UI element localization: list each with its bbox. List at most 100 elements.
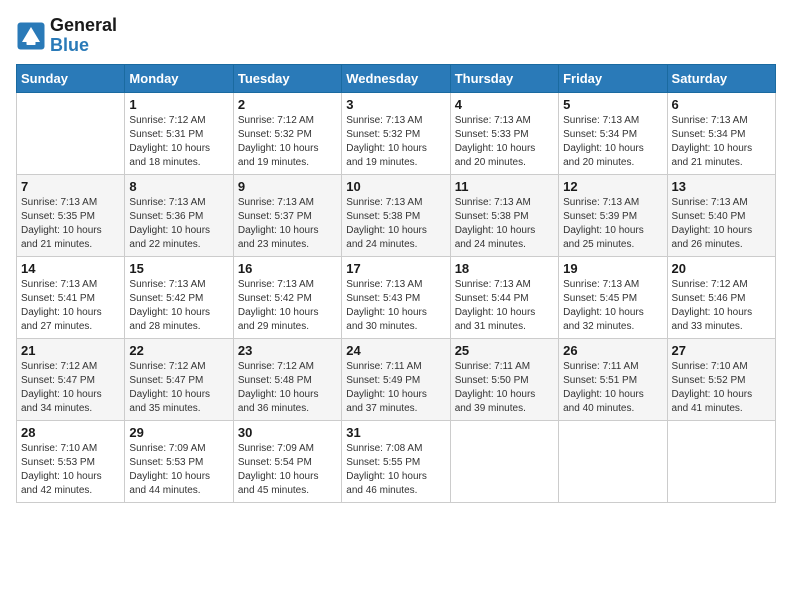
day-number: 5: [563, 97, 662, 112]
calendar-cell: 18 Sunrise: 7:13 AMSunset: 5:44 PMDayligh…: [450, 256, 558, 338]
day-info: Sunrise: 7:13 AMSunset: 5:44 PMDaylight:…: [455, 278, 554, 334]
calendar-cell: 6 Sunrise: 7:13 AMSunset: 5:34 PMDaylight…: [667, 92, 775, 174]
calendar-cell: 4 Sunrise: 7:13 AMSunset: 5:33 PMDaylight…: [450, 92, 558, 174]
calendar-cell: 5 Sunrise: 7:13 AMSunset: 5:34 PMDaylight…: [559, 92, 667, 174]
day-info: Sunrise: 7:11 AMSunset: 5:49 PMDaylight:…: [346, 360, 445, 416]
calendar-cell: [17, 92, 125, 174]
column-header-monday: Monday: [125, 64, 233, 92]
day-info: Sunrise: 7:08 AMSunset: 5:55 PMDaylight:…: [346, 442, 445, 498]
calendar-cell: 13 Sunrise: 7:13 AMSunset: 5:40 PMDayligh…: [667, 174, 775, 256]
logo-text: GeneralBlue: [50, 16, 117, 56]
calendar-cell: 30Sunrise: 7:09 AMSunset: 5:54 PMDayligh…: [233, 420, 341, 502]
day-number: 21: [21, 343, 120, 358]
day-info: Sunrise: 7:09 AMSunset: 5:54 PMDaylight:…: [238, 442, 337, 498]
day-info: Sunrise: 7:13 AMSunset: 5:40 PMDaylight:…: [672, 196, 771, 252]
calendar-header-row: SundayMondayTuesdayWednesdayThursdayFrid…: [17, 64, 776, 92]
calendar-cell: 26Sunrise: 7:11 AMSunset: 5:51 PMDayligh…: [559, 338, 667, 420]
calendar-week-row: 7 Sunrise: 7:13 AMSunset: 5:35 PMDaylight…: [17, 174, 776, 256]
day-info: Sunrise: 7:13 AMSunset: 5:42 PMDaylight:…: [129, 278, 228, 334]
day-info: Sunrise: 7:12 AMSunset: 5:47 PMDaylight:…: [21, 360, 120, 416]
calendar-cell: 8 Sunrise: 7:13 AMSunset: 5:36 PMDaylight…: [125, 174, 233, 256]
day-info: Sunrise: 7:13 AMSunset: 5:43 PMDaylight:…: [346, 278, 445, 334]
calendar-week-row: 1 Sunrise: 7:12 AMSunset: 5:31 PMDaylight…: [17, 92, 776, 174]
day-number: 28: [21, 425, 120, 440]
calendar-cell: 2 Sunrise: 7:12 AMSunset: 5:32 PMDaylight…: [233, 92, 341, 174]
day-number: 15: [129, 261, 228, 276]
column-header-saturday: Saturday: [667, 64, 775, 92]
day-info: Sunrise: 7:13 AMSunset: 5:34 PMDaylight:…: [563, 114, 662, 170]
calendar-cell: 3 Sunrise: 7:13 AMSunset: 5:32 PMDaylight…: [342, 92, 450, 174]
day-info: Sunrise: 7:13 AMSunset: 5:34 PMDaylight:…: [672, 114, 771, 170]
calendar-cell: 11 Sunrise: 7:13 AMSunset: 5:38 PMDayligh…: [450, 174, 558, 256]
column-header-wednesday: Wednesday: [342, 64, 450, 92]
day-info: Sunrise: 7:12 AMSunset: 5:46 PMDaylight:…: [672, 278, 771, 334]
day-info: Sunrise: 7:11 AMSunset: 5:50 PMDaylight:…: [455, 360, 554, 416]
day-number: 3: [346, 97, 445, 112]
day-number: 18: [455, 261, 554, 276]
day-info: Sunrise: 7:10 AMSunset: 5:52 PMDaylight:…: [672, 360, 771, 416]
day-info: Sunrise: 7:13 AMSunset: 5:33 PMDaylight:…: [455, 114, 554, 170]
day-info: Sunrise: 7:13 AMSunset: 5:32 PMDaylight:…: [346, 114, 445, 170]
day-number: 2: [238, 97, 337, 112]
day-info: Sunrise: 7:09 AMSunset: 5:53 PMDaylight:…: [129, 442, 228, 498]
column-header-thursday: Thursday: [450, 64, 558, 92]
day-info: Sunrise: 7:12 AMSunset: 5:32 PMDaylight:…: [238, 114, 337, 170]
calendar-cell: 29 Sunrise: 7:09 AMSunset: 5:53 PMDayligh…: [125, 420, 233, 502]
day-number: 27: [672, 343, 771, 358]
column-header-sunday: Sunday: [17, 64, 125, 92]
day-info: Sunrise: 7:13 AMSunset: 5:35 PMDaylight:…: [21, 196, 120, 252]
day-number: 24: [346, 343, 445, 358]
day-number: 20: [672, 261, 771, 276]
day-info: Sunrise: 7:13 AMSunset: 5:45 PMDaylight:…: [563, 278, 662, 334]
day-info: Sunrise: 7:10 AMSunset: 5:53 PMDaylight:…: [21, 442, 120, 498]
logo: GeneralBlue: [16, 16, 117, 56]
day-number: 6: [672, 97, 771, 112]
calendar-cell: 1 Sunrise: 7:12 AMSunset: 5:31 PMDaylight…: [125, 92, 233, 174]
calendar-cell: 9Sunrise: 7:13 AMSunset: 5:37 PMDaylight…: [233, 174, 341, 256]
calendar-cell: 25 Sunrise: 7:11 AMSunset: 5:50 PMDayligh…: [450, 338, 558, 420]
day-number: 4: [455, 97, 554, 112]
day-number: 11: [455, 179, 554, 194]
day-number: 17: [346, 261, 445, 276]
column-header-friday: Friday: [559, 64, 667, 92]
day-number: 10: [346, 179, 445, 194]
calendar-cell: 23 Sunrise: 7:12 AMSunset: 5:48 PMDayligh…: [233, 338, 341, 420]
day-number: 19: [563, 261, 662, 276]
calendar-cell: 14 Sunrise: 7:13 AMSunset: 5:41 PMDayligh…: [17, 256, 125, 338]
calendar-cell: 22 Sunrise: 7:12 AMSunset: 5:47 PMDayligh…: [125, 338, 233, 420]
calendar-week-row: 14 Sunrise: 7:13 AMSunset: 5:41 PMDayligh…: [17, 256, 776, 338]
day-info: Sunrise: 7:12 AMSunset: 5:47 PMDaylight:…: [129, 360, 228, 416]
day-number: 25: [455, 343, 554, 358]
day-number: 14: [21, 261, 120, 276]
calendar-cell: [450, 420, 558, 502]
logo-icon: [16, 21, 46, 51]
calendar-body: 1 Sunrise: 7:12 AMSunset: 5:31 PMDaylight…: [17, 92, 776, 502]
day-number: 23: [238, 343, 337, 358]
calendar-cell: 21 Sunrise: 7:12 AMSunset: 5:47 PMDayligh…: [17, 338, 125, 420]
calendar-cell: 19 Sunrise: 7:13 AMSunset: 5:45 PMDayligh…: [559, 256, 667, 338]
calendar-cell: 12Sunrise: 7:13 AMSunset: 5:39 PMDayligh…: [559, 174, 667, 256]
calendar-cell: [667, 420, 775, 502]
day-number: 22: [129, 343, 228, 358]
calendar-cell: 15 Sunrise: 7:13 AMSunset: 5:42 PMDayligh…: [125, 256, 233, 338]
calendar-week-row: 21 Sunrise: 7:12 AMSunset: 5:47 PMDayligh…: [17, 338, 776, 420]
calendar-cell: 31 Sunrise: 7:08 AMSunset: 5:55 PMDayligh…: [342, 420, 450, 502]
calendar-table: SundayMondayTuesdayWednesdayThursdayFrid…: [16, 64, 776, 503]
day-number: 31: [346, 425, 445, 440]
day-info: Sunrise: 7:13 AMSunset: 5:38 PMDaylight:…: [346, 196, 445, 252]
day-info: Sunrise: 7:13 AMSunset: 5:39 PMDaylight:…: [563, 196, 662, 252]
day-info: Sunrise: 7:13 AMSunset: 5:42 PMDaylight:…: [238, 278, 337, 334]
calendar-cell: 20 Sunrise: 7:12 AMSunset: 5:46 PMDayligh…: [667, 256, 775, 338]
day-info: Sunrise: 7:13 AMSunset: 5:38 PMDaylight:…: [455, 196, 554, 252]
day-info: Sunrise: 7:13 AMSunset: 5:36 PMDaylight:…: [129, 196, 228, 252]
day-number: 13: [672, 179, 771, 194]
day-info: Sunrise: 7:12 AMSunset: 5:48 PMDaylight:…: [238, 360, 337, 416]
day-number: 7: [21, 179, 120, 194]
day-number: 8: [129, 179, 228, 194]
calendar-cell: 7 Sunrise: 7:13 AMSunset: 5:35 PMDaylight…: [17, 174, 125, 256]
day-info: Sunrise: 7:13 AMSunset: 5:41 PMDaylight:…: [21, 278, 120, 334]
day-info: Sunrise: 7:12 AMSunset: 5:31 PMDaylight:…: [129, 114, 228, 170]
calendar-cell: 24 Sunrise: 7:11 AMSunset: 5:49 PMDayligh…: [342, 338, 450, 420]
day-number: 29: [129, 425, 228, 440]
day-number: 1: [129, 97, 228, 112]
